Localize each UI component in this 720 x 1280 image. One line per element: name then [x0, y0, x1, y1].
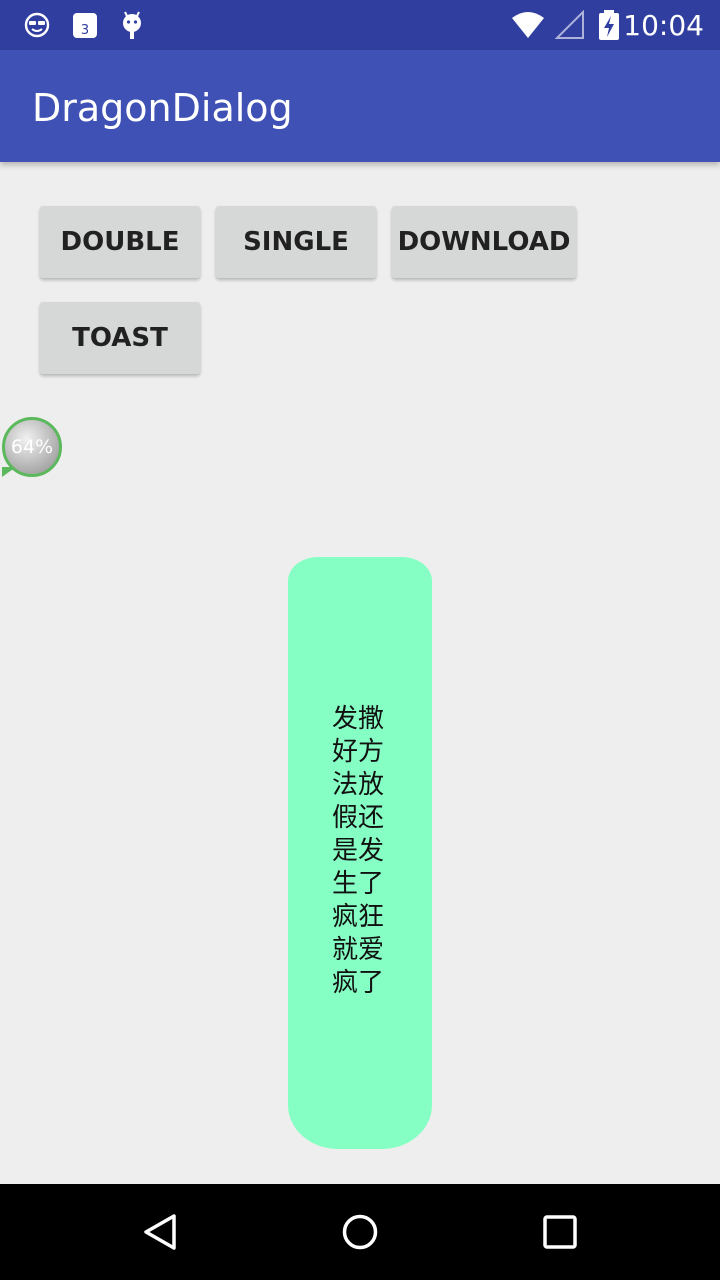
home-icon[interactable]	[340, 1212, 380, 1252]
calendar-icon: 3	[73, 13, 97, 38]
navigation-bar	[0, 1184, 720, 1280]
wifi-icon	[512, 12, 544, 38]
app-bar: DragonDialog	[0, 50, 720, 162]
download-button[interactable]: DOWNLOAD	[392, 206, 576, 278]
android-icon	[123, 11, 141, 39]
battery-icon	[599, 10, 619, 40]
back-icon[interactable]	[140, 1212, 180, 1252]
signal-icon	[555, 10, 584, 39]
single-button[interactable]: SINGLE	[216, 206, 376, 278]
toast-popup: 发撒好方法放假还是发生了疯狂就爱疯了	[288, 557, 432, 1149]
toast-button[interactable]: TOAST	[40, 302, 200, 374]
progress-percent: 64%	[10, 436, 54, 458]
app-title: DragonDialog	[32, 86, 293, 130]
status-bar: 3 10:04	[0, 0, 720, 50]
double-button[interactable]: DOUBLE	[40, 206, 200, 278]
svg-text:3: 3	[81, 23, 89, 38]
progress-bubble[interactable]: 64%	[2, 417, 62, 477]
toast-message: 发撒好方法放假还是发生了疯狂就爱疯了	[332, 704, 385, 998]
face-icon	[24, 12, 50, 38]
status-time: 10:04	[623, 9, 704, 42]
recents-icon[interactable]	[540, 1212, 580, 1252]
